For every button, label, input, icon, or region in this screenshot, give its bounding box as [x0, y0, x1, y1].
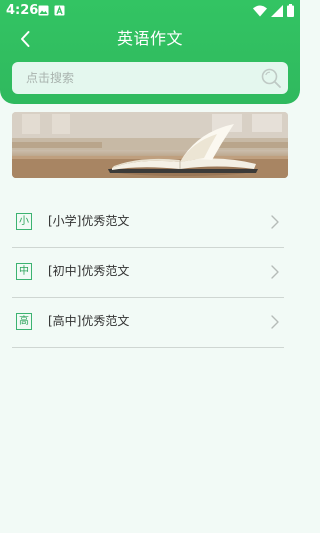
status-right-icons — [253, 4, 294, 17]
signal-icon — [271, 4, 283, 17]
status-left-icons — [38, 5, 65, 16]
status-bar: 4:26 — [0, 0, 300, 22]
wifi-icon — [253, 5, 267, 16]
search-box[interactable] — [12, 62, 288, 94]
item-label: [初中]优秀范文 — [48, 264, 130, 278]
item-badge: 高 — [16, 313, 32, 330]
chevron-right-icon — [271, 315, 279, 329]
open-book-illustration — [12, 112, 288, 178]
list-item-senior-high[interactable]: 高 [高中]优秀范文 — [12, 298, 284, 348]
item-label: [小学]优秀范文 — [48, 214, 130, 228]
search-input[interactable] — [26, 62, 246, 94]
search-icon[interactable] — [260, 67, 282, 89]
title-row: 英语作文 — [0, 24, 300, 54]
page-title: 英语作文 — [116, 29, 183, 48]
item-badge: 中 — [16, 263, 32, 280]
chevron-right-icon — [271, 215, 279, 229]
status-time: 4:26 — [6, 3, 39, 18]
list-item-junior-high[interactable]: 中 [初中]优秀范文 — [12, 248, 284, 298]
item-badge: 小 — [16, 213, 32, 230]
gallery-icon — [38, 5, 49, 16]
category-list: 小 [小学]优秀范文 中 [初中]优秀范文 高 [高中]优秀范文 — [12, 198, 284, 348]
banner-image[interactable] — [12, 112, 288, 178]
header-bar: 4:26 英语作文 点击搜索 — [0, 0, 300, 104]
list-item-primary-school[interactable]: 小 [小学]优秀范文 — [12, 198, 284, 248]
a-icon — [54, 5, 65, 16]
chevron-right-icon — [271, 265, 279, 279]
item-label: [高中]优秀范文 — [48, 314, 130, 328]
battery-icon — [287, 4, 294, 17]
